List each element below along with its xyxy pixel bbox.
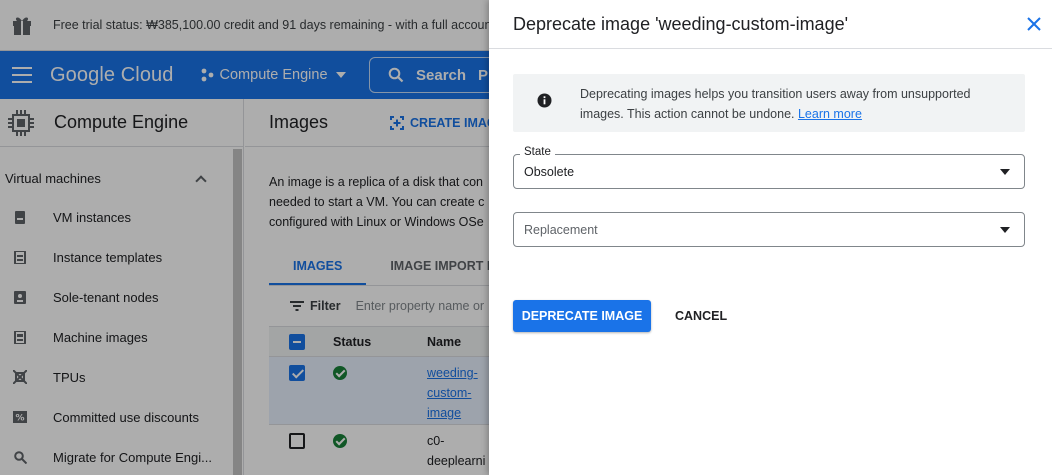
cancel-button[interactable]: CANCEL [665, 300, 737, 332]
state-select[interactable]: State Obsolete [513, 146, 1025, 189]
info-text-block: Deprecating images helps you transition … [580, 84, 1000, 124]
info-icon [537, 93, 552, 108]
info-text: Deprecating images helps you transition … [580, 87, 971, 121]
modal-scrim[interactable] [0, 0, 489, 475]
state-select-label: State [520, 146, 555, 158]
state-select-value: Obsolete [524, 165, 575, 179]
info-banner: Deprecating images helps you transition … [513, 74, 1025, 132]
deprecate-image-button[interactable]: DEPRECATE IMAGE [513, 300, 651, 332]
dropdown-arrow-icon [1000, 169, 1010, 175]
replacement-select[interactable]: Replacement [513, 212, 1025, 247]
panel-title: Deprecate image 'weeding-custom-image' [513, 13, 849, 34]
learn-more-link[interactable]: Learn more [798, 107, 862, 121]
deprecate-image-panel: Deprecate image 'weeding-custom-image' D… [489, 0, 1052, 475]
close-icon[interactable] [1024, 14, 1044, 34]
dropdown-arrow-icon [1000, 227, 1010, 233]
panel-header: Deprecate image 'weeding-custom-image' [489, 0, 1052, 49]
replacement-select-placeholder: Replacement [524, 223, 598, 237]
